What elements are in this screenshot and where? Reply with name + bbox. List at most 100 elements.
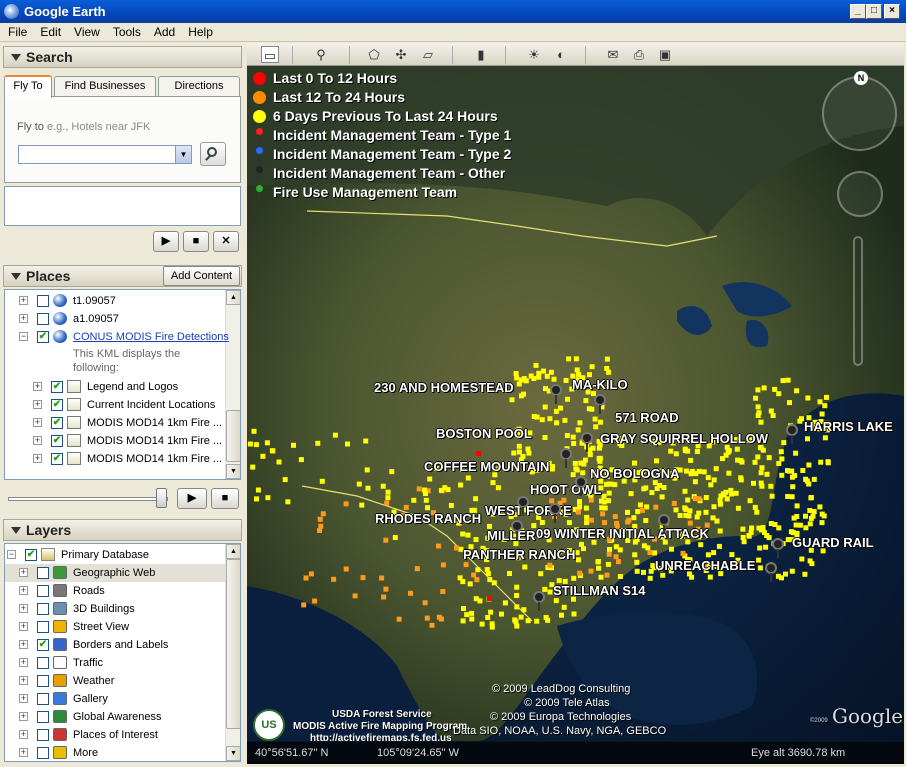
incident-pin-icon[interactable] bbox=[533, 591, 545, 611]
incident-pin-icon[interactable] bbox=[658, 514, 670, 534]
search-panel-header[interactable]: Search bbox=[3, 46, 242, 68]
places-item[interactable]: + ✔ Current Incident Locations bbox=[5, 396, 225, 414]
places-item[interactable]: − ✔ CONUS MODIS Fire Detections bbox=[5, 328, 229, 346]
tour-play-button[interactable]: ▶ bbox=[177, 488, 207, 509]
places-item[interactable]: + t1.09057 bbox=[5, 292, 225, 310]
tab-find-businesses[interactable]: Find Businesses bbox=[54, 76, 156, 97]
checkbox[interactable] bbox=[37, 567, 49, 579]
add-content-button[interactable]: Add Content bbox=[163, 266, 240, 286]
expand-icon[interactable]: + bbox=[19, 296, 28, 305]
clear-button[interactable]: ✕ bbox=[213, 231, 239, 252]
checkbox[interactable] bbox=[37, 603, 49, 615]
checkbox[interactable]: ✔ bbox=[37, 639, 49, 651]
scroll-down-icon[interactable]: ▼ bbox=[226, 746, 240, 761]
sunlight-icon[interactable]: ☀ bbox=[525, 46, 543, 63]
incident-label[interactable]: GUARD RAIL bbox=[792, 535, 874, 550]
checkbox[interactable]: ✔ bbox=[37, 331, 49, 343]
checkbox[interactable] bbox=[37, 729, 49, 741]
expand-icon[interactable]: + bbox=[19, 622, 28, 631]
layers-item[interactable]: + Weather bbox=[5, 672, 225, 690]
expand-icon[interactable]: + bbox=[19, 586, 28, 595]
fly-to-input[interactable]: ▼ bbox=[18, 145, 192, 164]
tour-slider-track[interactable] bbox=[8, 497, 168, 501]
expand-icon[interactable]: + bbox=[19, 604, 28, 613]
zoom-slider[interactable] bbox=[853, 236, 863, 366]
incident-label[interactable]: UNREACHABLE bbox=[655, 558, 755, 573]
incident-pin-icon[interactable] bbox=[560, 448, 572, 468]
scroll-thumb[interactable] bbox=[226, 559, 240, 729]
checkbox[interactable] bbox=[37, 675, 49, 687]
incident-pin-icon[interactable] bbox=[765, 562, 777, 582]
layers-item[interactable]: + ✔ Borders and Labels bbox=[5, 636, 225, 654]
incident-label[interactable]: NO BOLOGNA bbox=[590, 466, 680, 481]
close-button[interactable]: × bbox=[884, 4, 900, 19]
collapse-icon[interactable]: − bbox=[19, 332, 28, 341]
expand-icon[interactable]: + bbox=[19, 314, 28, 323]
checkbox[interactable] bbox=[37, 585, 49, 597]
menu-file[interactable]: File bbox=[0, 23, 32, 39]
places-item[interactable]: + ✔ MODIS MOD14 1km Fire ... bbox=[5, 414, 225, 432]
checkbox[interactable]: ✔ bbox=[51, 381, 63, 393]
layers-item[interactable]: + Geographic Web bbox=[5, 564, 225, 582]
menu-add[interactable]: Add bbox=[146, 23, 180, 39]
places-item[interactable]: + ✔ MODIS MOD14 1km Fire ... bbox=[5, 450, 225, 468]
layers-item[interactable]: +3D Buildings bbox=[5, 600, 225, 618]
checkbox[interactable] bbox=[37, 711, 49, 723]
expand-icon[interactable]: + bbox=[33, 382, 42, 391]
email-icon[interactable]: ✉ bbox=[604, 46, 622, 63]
expand-icon[interactable]: + bbox=[19, 676, 28, 685]
search-results-box[interactable] bbox=[4, 186, 241, 226]
earth-imagery[interactable]: Last 0 To 12 Hours Last 12 To 24 Hours 6 D… bbox=[247, 66, 904, 741]
print-icon[interactable]: ⎙ bbox=[630, 46, 648, 63]
layers-scrollbar[interactable]: ▲ ▼ bbox=[225, 544, 240, 761]
checkbox[interactable] bbox=[37, 621, 49, 633]
expand-icon[interactable]: + bbox=[33, 418, 42, 427]
layers-item[interactable]: + Gallery bbox=[5, 690, 225, 708]
navigation-move-ring[interactable] bbox=[837, 171, 883, 217]
navigation-look-ring[interactable] bbox=[822, 76, 897, 151]
incident-pin-icon[interactable] bbox=[581, 432, 593, 452]
incident-pin-icon[interactable] bbox=[549, 503, 561, 523]
add-image-overlay-icon[interactable]: ▱ bbox=[419, 46, 437, 63]
incident-label[interactable]: 09 WINTER INITIAL ATTACK bbox=[536, 526, 709, 541]
incident-label[interactable]: 571 ROAD bbox=[615, 410, 679, 425]
add-placemark-icon[interactable]: ⚲ bbox=[312, 46, 330, 63]
incident-label[interactable]: GRAY SQUIRREL HOLLOW bbox=[600, 431, 768, 446]
incident-label[interactable]: PANTHER RANCH bbox=[463, 547, 575, 562]
incident-label[interactable]: HOOT OWL bbox=[530, 482, 602, 497]
checkbox[interactable] bbox=[37, 657, 49, 669]
checkbox[interactable]: ✔ bbox=[51, 453, 63, 465]
tab-directions[interactable]: Directions bbox=[158, 76, 240, 97]
expand-icon[interactable]: + bbox=[19, 730, 28, 739]
scroll-thumb[interactable] bbox=[226, 410, 240, 462]
layers-item[interactable]: + Street View bbox=[5, 618, 225, 636]
tour-stop-button[interactable]: ■ bbox=[211, 488, 239, 509]
incident-pin-icon[interactable] bbox=[772, 538, 784, 558]
layers-item[interactable]: + More bbox=[5, 744, 225, 761]
expand-icon[interactable]: + bbox=[19, 712, 28, 721]
checkbox[interactable] bbox=[37, 747, 49, 759]
scroll-up-icon[interactable]: ▲ bbox=[226, 544, 240, 559]
incident-label[interactable]: MILLER bbox=[487, 528, 535, 543]
places-item[interactable]: + a1.09057 bbox=[5, 310, 225, 328]
checkbox[interactable] bbox=[37, 313, 49, 325]
incident-pin-icon[interactable] bbox=[550, 384, 562, 404]
ruler-icon[interactable]: ▮ bbox=[472, 46, 490, 63]
planets-icon[interactable]: ◐ bbox=[552, 46, 570, 63]
map-view[interactable]: ▭ ⚲ ⬠ ✣ ▱ ▮ ☀ ◐ ✉ ⎙ ▣ Last 0 To 12 Hours… bbox=[247, 43, 904, 764]
incident-pin-icon[interactable] bbox=[786, 424, 798, 444]
search-button[interactable] bbox=[200, 142, 226, 166]
menu-edit[interactable]: Edit bbox=[32, 23, 66, 39]
dropdown-arrow-icon[interactable]: ▼ bbox=[175, 146, 191, 163]
sidebar-toggle-icon[interactable]: ▭ bbox=[261, 46, 279, 63]
tab-fly-to[interactable]: Fly To bbox=[4, 75, 52, 98]
checkbox[interactable]: ✔ bbox=[51, 435, 63, 447]
menu-tools[interactable]: Tools bbox=[105, 23, 146, 39]
places-item[interactable]: + ✔ Legend and Logos bbox=[5, 378, 225, 396]
expand-icon[interactable]: + bbox=[33, 400, 42, 409]
incident-label[interactable]: HARRIS LAKE bbox=[804, 419, 893, 434]
incident-label[interactable]: RHODES RANCH bbox=[375, 511, 481, 526]
collapse-icon[interactable]: − bbox=[7, 550, 16, 559]
incident-label[interactable]: COFFEE MOUNTAIN bbox=[424, 459, 549, 474]
incident-label[interactable]: MA-KILO bbox=[572, 377, 628, 392]
